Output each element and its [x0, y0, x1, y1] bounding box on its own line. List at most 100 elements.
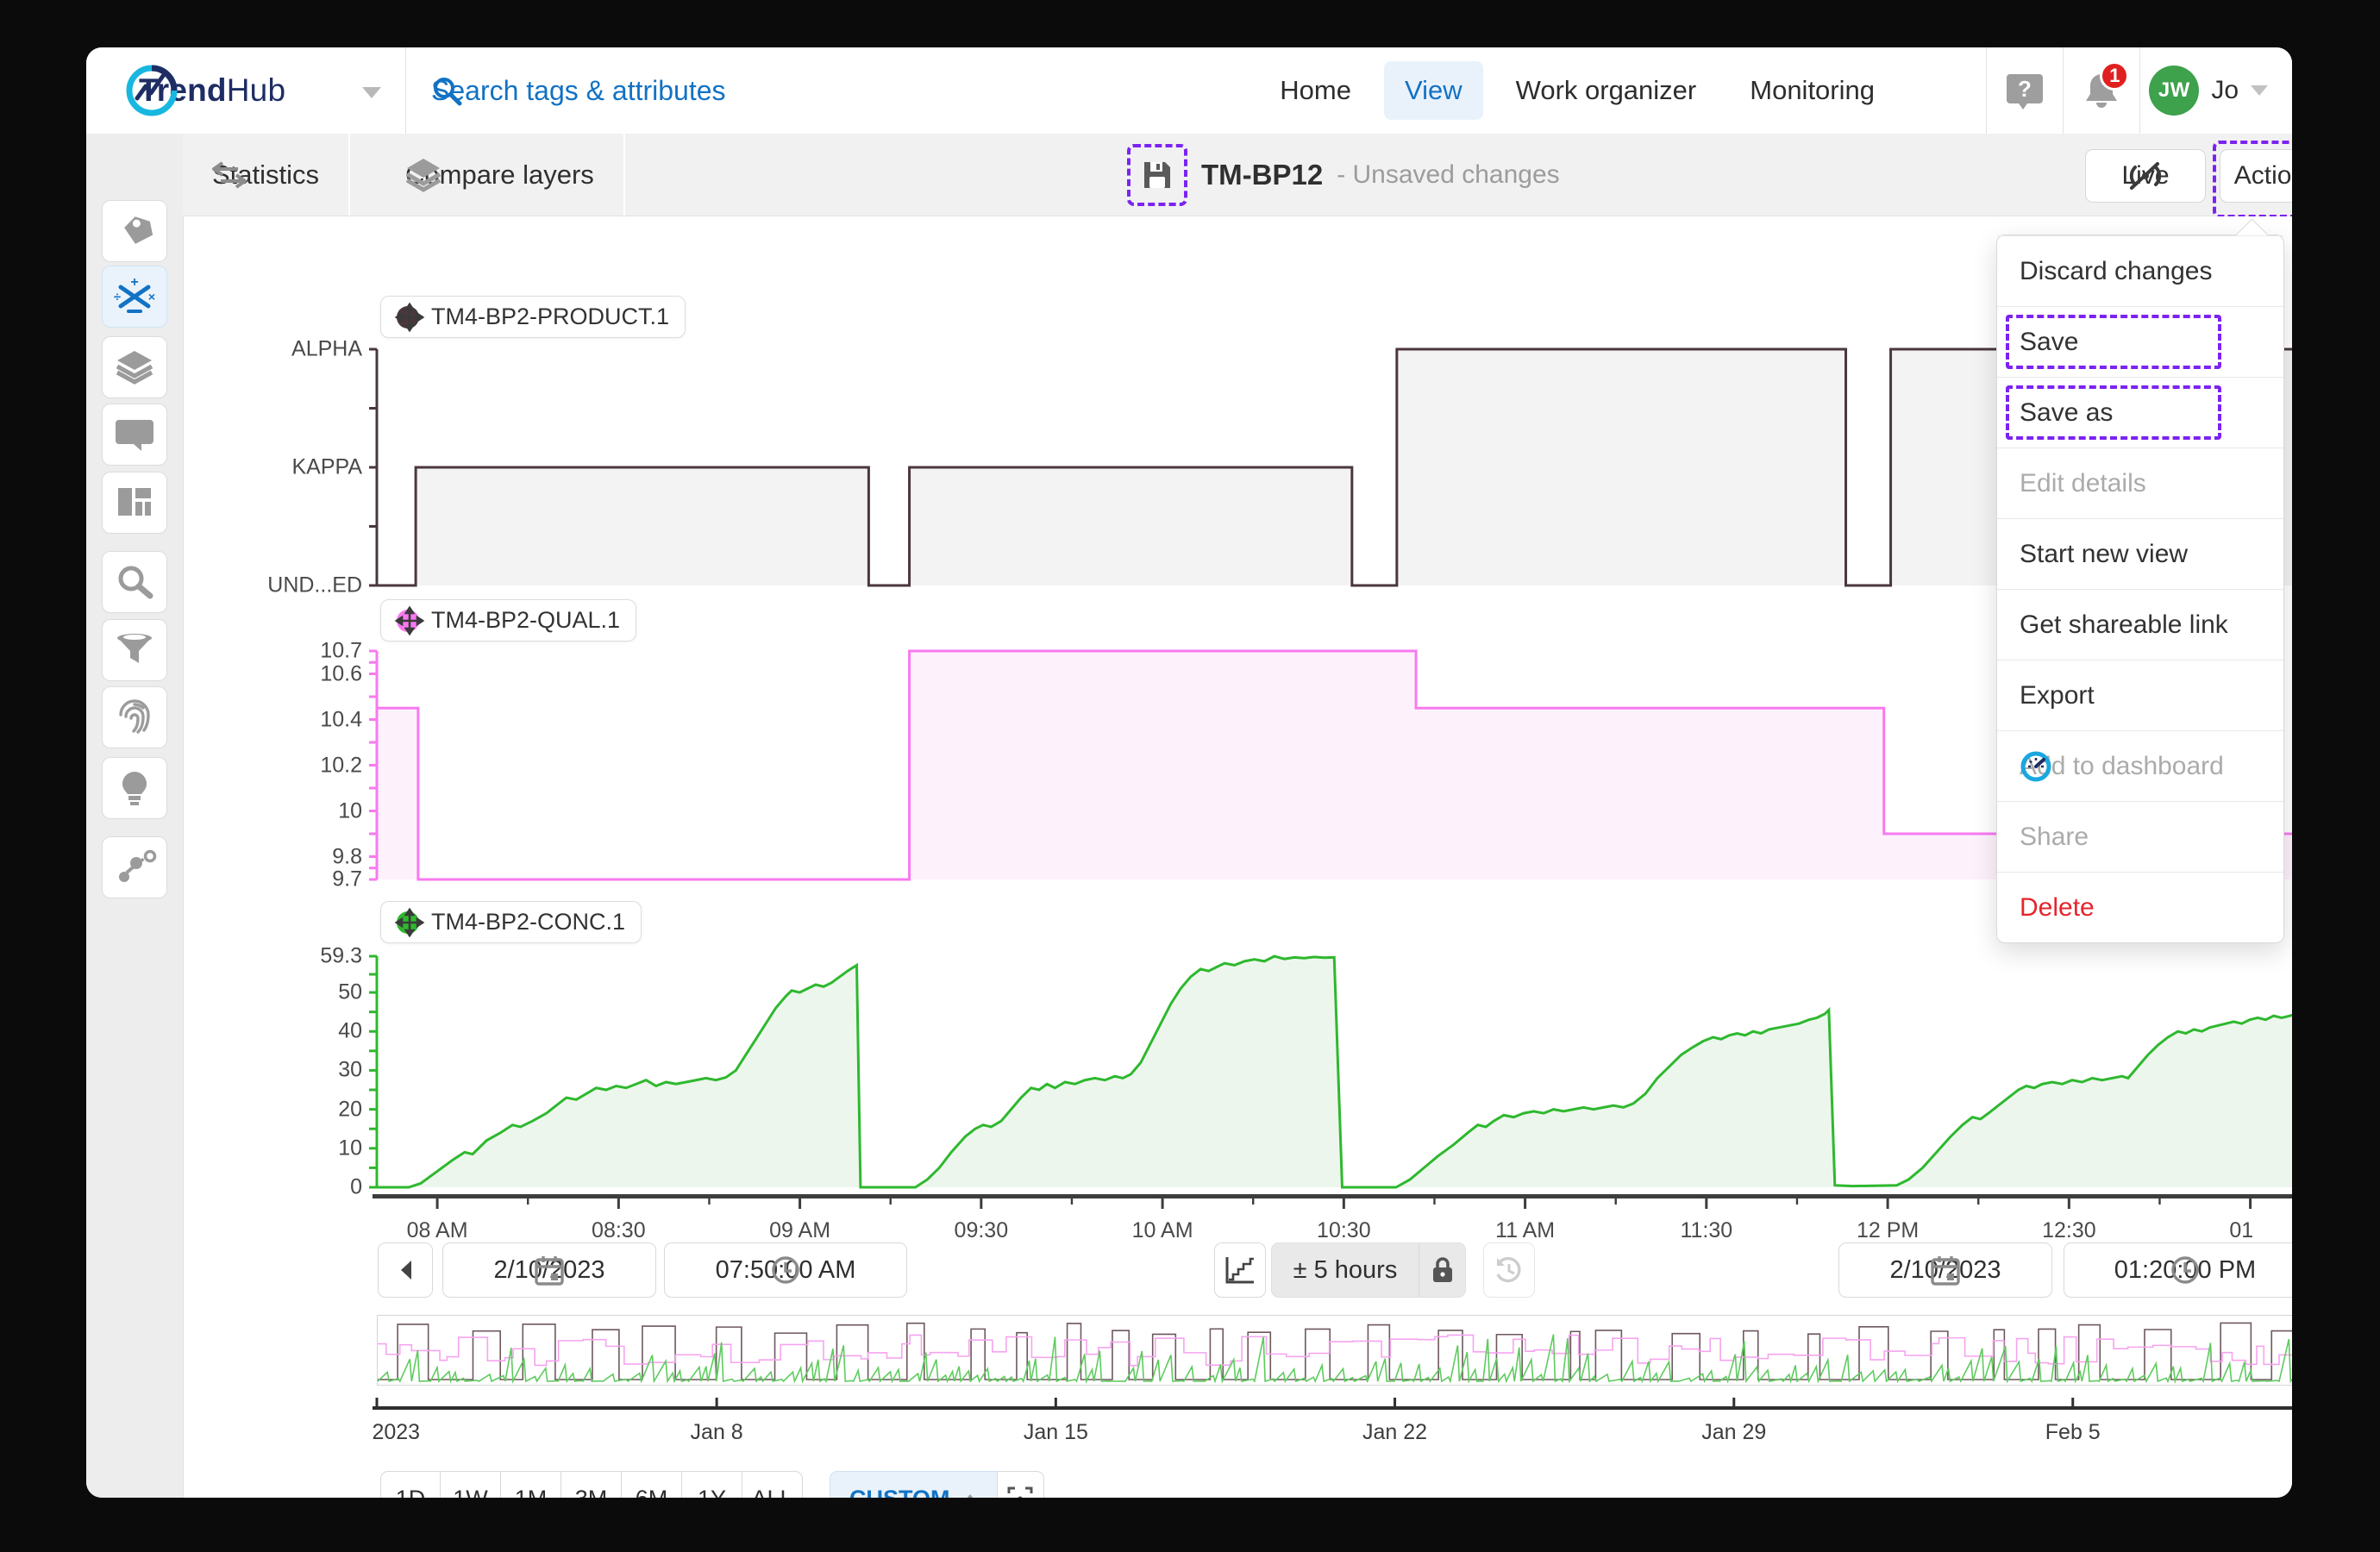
nav-item-view[interactable]: View	[1384, 61, 1483, 120]
rail-button-formulas[interactable]: +÷×	[102, 266, 167, 328]
chevron-up-icon	[962, 1494, 978, 1499]
legend-chip-qual[interactable]: TM4-BP2-QUAL.1	[380, 599, 636, 641]
view-title: TM-BP12	[1201, 159, 1323, 191]
y-axis-label: 10.4	[267, 707, 362, 732]
compare-layers-button[interactable]: Compare layers	[376, 134, 625, 216]
live-off-icon	[2128, 160, 2163, 191]
svg-text:+: +	[130, 275, 138, 290]
menu-item-export[interactable]: Export	[1997, 660, 2283, 730]
menu-item-label: Save as	[2020, 398, 2113, 428]
rail-button-layers[interactable]	[102, 336, 167, 398]
save-icon	[1141, 159, 1174, 191]
notifications-button[interactable]: 1	[2064, 47, 2139, 134]
y-axis-label: UND...ED	[267, 573, 362, 598]
search-icon	[431, 75, 462, 106]
legend-chip-product[interactable]: TM4-BP2-PRODUCT.1	[380, 296, 686, 338]
rail-button-lightbulb[interactable]	[102, 757, 167, 819]
timeline-label: Jan 22	[1362, 1420, 1427, 1445]
preset-3m[interactable]: 3M	[561, 1471, 622, 1498]
rail-button-tag[interactable]	[102, 200, 167, 262]
history-button	[1483, 1242, 1535, 1298]
save-view-button[interactable]	[1127, 144, 1187, 206]
nav-item-monitoring[interactable]: Monitoring	[1729, 61, 1895, 120]
chart-area[interactable]: TM4-BP2-PRODUCT.1 ALPHAKAPPAUND...EDTM4-…	[184, 216, 2292, 1498]
brand-logo[interactable]: TrendHub	[125, 47, 285, 134]
user-menu[interactable]: JW Jo	[2140, 66, 2292, 116]
menu-item-discard-changes[interactable]: Discard changes	[1997, 235, 2283, 306]
context-minimap[interactable]	[377, 1315, 2292, 1386]
nav-item-home[interactable]: Home	[1259, 61, 1372, 120]
x-axis-label: 08 AM	[407, 1218, 468, 1243]
rail-button-fingerprint[interactable]	[102, 686, 167, 748]
custom-label: CUSTOM	[849, 1486, 950, 1499]
dashboard-icon	[114, 483, 155, 523]
rail-button-filter[interactable]	[102, 619, 167, 681]
live-button[interactable]: Live	[2085, 149, 2206, 203]
y-axis-label: 10.2	[267, 753, 362, 778]
trend-compare-button[interactable]	[1214, 1242, 1266, 1298]
tag-icon	[114, 211, 155, 251]
menu-item-start-new-view[interactable]: Start new view	[1997, 518, 2283, 589]
brand-caret-icon[interactable]	[362, 87, 381, 98]
plot-conc[interactable]	[377, 951, 2292, 1194]
menu-item-label: Discard changes	[2020, 257, 2212, 286]
main-nav: HomeViewWork organizerMonitoring	[1259, 47, 1895, 134]
start-date-field[interactable]: 2/10/2023	[442, 1242, 656, 1298]
x-axis-label: 08:30	[592, 1218, 646, 1243]
preset-6m[interactable]: 6M	[622, 1471, 682, 1498]
y-axis-label: KAPPA	[267, 455, 362, 480]
y-axis-label: 10	[267, 798, 362, 823]
duration-field[interactable]: ± 5 hours	[1271, 1242, 1419, 1298]
zoom-presets: 1D1W1M3M6M1YALL	[380, 1471, 803, 1498]
duration-lock-button[interactable]	[1419, 1242, 1466, 1298]
menu-item-delete[interactable]: Delete	[1997, 872, 2283, 942]
statistics-button[interactable]: Statistics	[183, 134, 350, 216]
notification-badge: 1	[2100, 61, 2129, 91]
series-name: TM4-BP2-QUAL.1	[431, 607, 620, 634]
menu-item-add-to-dashboard: Add to dashboard	[1997, 730, 2283, 801]
menu-item-get-shareable-link[interactable]: Get shareable link	[1997, 589, 2283, 660]
view-title-area: TM-BP12 - Unsaved changes	[1127, 134, 1560, 216]
unsaved-changes-label: - Unsaved changes	[1337, 160, 1560, 190]
legend-chip-conc[interactable]: TM4-BP2-CONC.1	[380, 901, 642, 943]
move-icon[interactable]	[397, 304, 423, 330]
nav-item-work-organizer[interactable]: Work organizer	[1495, 61, 1718, 120]
preset-all[interactable]: ALL	[742, 1471, 803, 1498]
frame-icon	[1007, 1486, 1033, 1498]
focus-frame-button[interactable]	[998, 1471, 1044, 1498]
preset-1m[interactable]: 1M	[501, 1471, 561, 1498]
topbar-icons: ? 1 JW Jo	[1986, 47, 2292, 134]
start-time-field[interactable]: 07:50:00 AM	[664, 1242, 907, 1298]
move-icon[interactable]	[397, 608, 423, 634]
timeline-label: Jan 8	[691, 1420, 743, 1445]
end-date-field[interactable]: 2/10/2023	[1838, 1242, 2052, 1298]
timeline-label: 2023	[372, 1420, 420, 1445]
rail-button-ml-nodes[interactable]	[102, 836, 167, 898]
search-placeholder: Search tags & attributes	[431, 75, 726, 107]
rail-button-comment[interactable]	[102, 404, 167, 466]
user-name: Jo	[2211, 76, 2239, 105]
end-time-field[interactable]: 01:20:00 PM	[2064, 1242, 2292, 1298]
preset-1w[interactable]: 1W	[441, 1471, 501, 1498]
x-axis-label: 10 AM	[1132, 1218, 1193, 1243]
preset-1y[interactable]: 1Y	[682, 1471, 742, 1498]
trendhub-logo-icon	[125, 64, 178, 117]
search-bar[interactable]: Search tags & attributes	[431, 47, 726, 134]
layers-icon	[405, 157, 442, 193]
custom-range-button[interactable]: CUSTOM	[830, 1471, 998, 1498]
preset-1d[interactable]: 1D	[380, 1471, 441, 1498]
app-window: TrendHub Search tags & attributes HomeVi…	[86, 47, 2292, 1498]
help-button[interactable]: ?	[1987, 47, 2063, 134]
menu-item-save[interactable]: Save	[1997, 306, 2283, 377]
move-icon[interactable]	[397, 910, 423, 936]
top-navigation-bar: TrendHub Search tags & attributes HomeVi…	[86, 47, 2292, 135]
history-icon	[1494, 1255, 1524, 1285]
step-trend-icon	[1224, 1255, 1256, 1285]
y-axis-label: 9.8	[267, 844, 362, 869]
previous-interval-button[interactable]	[378, 1242, 433, 1298]
rail-button-dashboard[interactable]	[102, 472, 167, 534]
chevron-left-icon	[398, 1259, 413, 1281]
formulas-icon: +÷×	[114, 277, 155, 316]
rail-button-search[interactable]	[102, 551, 167, 613]
menu-item-save-as[interactable]: Save as	[1997, 377, 2283, 447]
